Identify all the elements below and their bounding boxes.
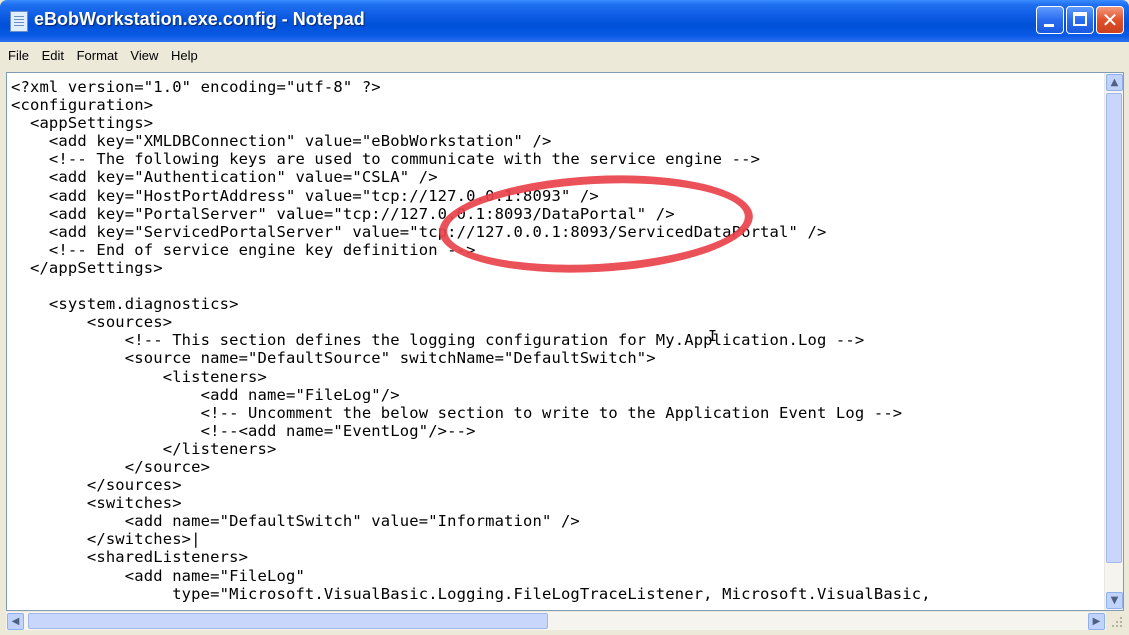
- vertical-scroll-thumb[interactable]: [1106, 93, 1122, 563]
- maximize-icon: [1073, 12, 1087, 26]
- menu-edit[interactable]: Edit: [38, 44, 69, 63]
- text-editor[interactable]: <?xml version="1.0" encoding="utf-8" ?> …: [6, 72, 1124, 611]
- text-cursor-icon: I: [708, 327, 718, 345]
- window-title: eBobWorkstation.exe.config - Notepad: [34, 9, 365, 29]
- minimize-button[interactable]: [1036, 6, 1064, 34]
- notepad-window: eBobWorkstation.exe.config - Notepad ✕ F…: [0, 0, 1129, 635]
- title-bar[interactable]: eBobWorkstation.exe.config - Notepad ✕: [0, 0, 1129, 42]
- close-icon: ✕: [1101, 8, 1119, 32]
- size-grip-icon[interactable]: [1107, 612, 1125, 630]
- menu-bar: File Edit Format View Help: [4, 44, 1125, 68]
- scroll-up-icon[interactable]: ▲: [1106, 74, 1123, 91]
- scroll-down-icon[interactable]: ▼: [1106, 592, 1123, 609]
- scroll-left-icon[interactable]: ◀: [7, 613, 24, 630]
- scroll-right-icon[interactable]: ▶: [1088, 613, 1105, 630]
- notepad-icon[interactable]: [10, 11, 28, 32]
- horizontal-scrollbar[interactable]: ◀ ▶: [6, 612, 1106, 630]
- menu-format[interactable]: Format: [73, 44, 123, 63]
- horizontal-scroll-thumb[interactable]: [28, 613, 548, 629]
- menu-view[interactable]: View: [126, 44, 163, 63]
- close-button[interactable]: ✕: [1096, 6, 1124, 34]
- minimize-icon: [1044, 24, 1054, 27]
- editor-text[interactable]: <?xml version="1.0" encoding="utf-8" ?> …: [11, 78, 1101, 603]
- menu-file[interactable]: File: [4, 44, 34, 63]
- maximize-button[interactable]: [1066, 6, 1094, 34]
- menu-help[interactable]: Help: [167, 44, 203, 63]
- vertical-scrollbar[interactable]: ▲ ▼: [1104, 73, 1123, 610]
